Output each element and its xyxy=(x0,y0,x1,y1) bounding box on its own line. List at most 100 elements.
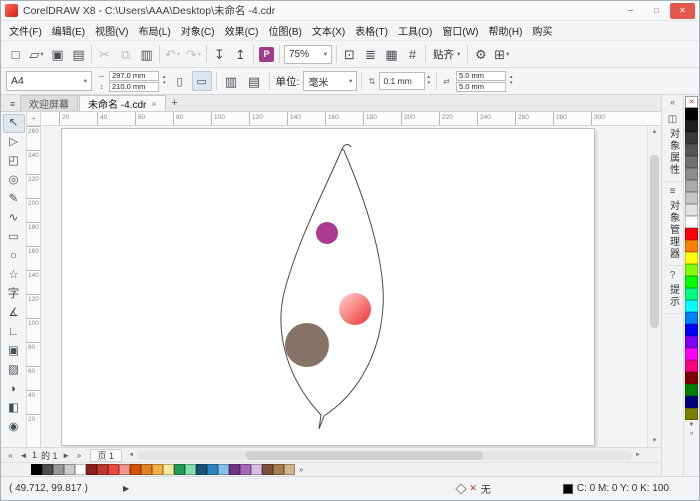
ellipse-tool[interactable]: ○ xyxy=(3,247,25,266)
new-document-button[interactable]: □ xyxy=(5,43,26,65)
page-height-input[interactable]: 210.0 mm xyxy=(109,82,159,92)
freehand-tool[interactable]: ✎ xyxy=(3,190,25,209)
horizontal-scrollbar[interactable]: ◄ ► xyxy=(125,450,644,461)
document-palette-swatch[interactable] xyxy=(229,464,240,475)
document-palette-swatch[interactable] xyxy=(284,464,295,475)
docker-tab-object-properties[interactable]: ◫对象属性 xyxy=(663,110,683,182)
palette-expand-icon[interactable]: » xyxy=(690,429,693,438)
document-palette-swatch[interactable] xyxy=(207,464,218,475)
drop-shadow-tool[interactable]: ▣ xyxy=(3,342,25,361)
maximize-button[interactable]: □ xyxy=(644,3,669,19)
publish-pdf-button[interactable]: P xyxy=(256,43,277,65)
canvas-viewport[interactable] xyxy=(41,126,647,447)
leaf-outline[interactable] xyxy=(281,149,383,429)
landscape-button[interactable]: ▭ xyxy=(192,71,212,91)
drawing-page[interactable] xyxy=(61,128,595,446)
palette-color-swatch[interactable] xyxy=(685,336,698,348)
document-palette-swatch[interactable] xyxy=(163,464,174,475)
zoom-level-combo[interactable]: 75%▾ xyxy=(284,45,332,64)
portrait-button[interactable]: ▯ xyxy=(170,71,190,91)
minimize-button[interactable]: ─ xyxy=(618,3,643,19)
document-palette-swatch[interactable] xyxy=(185,464,196,475)
document-palette-swatch[interactable] xyxy=(97,464,108,475)
show-guidelines-button[interactable]: # xyxy=(402,43,423,65)
menu-item[interactable]: 文件(F) xyxy=(4,21,47,40)
nudge-input[interactable]: 0.1 mm xyxy=(379,72,425,90)
palette-color-swatch[interactable] xyxy=(685,324,698,336)
palette-scroll-down-icon[interactable]: ▼ xyxy=(689,420,695,429)
palette-color-swatch[interactable] xyxy=(685,372,698,384)
document-palette-swatch[interactable] xyxy=(251,464,262,475)
transparency-tool[interactable]: ▨ xyxy=(3,361,25,380)
menu-item[interactable]: 对象(C) xyxy=(176,21,220,40)
dimension-spinner[interactable]: ▴▾ xyxy=(163,75,166,87)
menu-item[interactable]: 编辑(E) xyxy=(47,21,90,40)
save-button[interactable]: ▣ xyxy=(47,43,68,65)
palette-color-swatch[interactable] xyxy=(685,348,698,360)
document-palette-swatch[interactable] xyxy=(75,464,86,475)
duplicate-spinner[interactable]: ▴▾ xyxy=(510,75,513,87)
connector-tool[interactable]: ∟ xyxy=(3,323,25,342)
palette-color-swatch[interactable] xyxy=(685,216,698,228)
color-eyedropper-tool[interactable]: ◗ xyxy=(3,380,25,399)
paste-button[interactable]: ▥ xyxy=(136,43,157,65)
first-page-button[interactable]: « xyxy=(4,451,17,460)
menu-item[interactable]: 工具(O) xyxy=(393,21,437,40)
open-button[interactable]: ▱▾ xyxy=(26,43,47,65)
menu-item[interactable]: 位图(B) xyxy=(263,21,306,40)
no-color-swatch[interactable]: ✕ xyxy=(685,96,698,108)
palette-flyout-icon[interactable]: » xyxy=(299,465,303,474)
document-palette-swatch[interactable] xyxy=(86,464,97,475)
palette-color-swatch[interactable] xyxy=(685,408,698,420)
copy-button[interactable]: ⧉ xyxy=(115,43,136,65)
page-size-combo[interactable]: A4 ▾ xyxy=(6,71,92,91)
zoom-tool[interactable]: ◎ xyxy=(3,171,25,190)
cut-button[interactable]: ✂ xyxy=(94,43,115,65)
gradient-circle[interactable] xyxy=(339,293,371,325)
parallel-dimension-tool[interactable]: ∡ xyxy=(3,304,25,323)
palette-color-swatch[interactable] xyxy=(685,108,698,120)
close-tab-icon[interactable]: × xyxy=(151,99,156,109)
palette-color-swatch[interactable] xyxy=(685,360,698,372)
options-gear-button[interactable]: ⚙ xyxy=(470,43,491,65)
page-width-input[interactable]: 297.0 mm xyxy=(109,71,159,81)
import-button[interactable]: ↧ xyxy=(209,43,230,65)
document-tab[interactable]: 欢迎屏幕 xyxy=(20,95,78,111)
show-rulers-button[interactable]: ≣ xyxy=(360,43,381,65)
docker-tab-object-manager[interactable]: ≡对象管理器 xyxy=(663,182,683,266)
menu-item[interactable]: 布局(L) xyxy=(133,21,175,40)
outline-pen-tool[interactable]: ◉ xyxy=(3,418,25,437)
document-palette-swatch[interactable] xyxy=(108,464,119,475)
palette-color-swatch[interactable] xyxy=(685,240,698,252)
brown-circle[interactable] xyxy=(285,323,329,367)
scroll-up-icon[interactable]: ▲ xyxy=(652,127,658,137)
document-palette-swatch[interactable] xyxy=(218,464,229,475)
document-palette-swatch[interactable] xyxy=(196,464,207,475)
document-palette-swatch[interactable] xyxy=(141,464,152,475)
document-palette-swatch[interactable] xyxy=(130,464,141,475)
menu-item[interactable]: 帮助(H) xyxy=(484,21,528,40)
next-page-button[interactable]: ► xyxy=(60,451,73,460)
vertical-scrollbar[interactable]: ▲ ▼ xyxy=(647,126,661,447)
status-flyout-icon[interactable]: ▶ xyxy=(123,484,129,493)
document-palette-swatch[interactable] xyxy=(31,464,42,475)
nudge-spinner[interactable]: ▴▾ xyxy=(427,75,430,87)
shape-tool[interactable]: ▷ xyxy=(3,133,25,152)
horizontal-ruler[interactable]: 2040608010012014016018020022024026028030… xyxy=(41,112,661,126)
pick-tool[interactable]: ↖ xyxy=(3,114,25,133)
palette-color-swatch[interactable] xyxy=(685,396,698,408)
document-palette-swatch[interactable] xyxy=(273,464,284,475)
menu-item[interactable]: 购买 xyxy=(527,21,557,40)
artistic-media-tool[interactable]: ∿ xyxy=(3,209,25,228)
document-palette-swatch[interactable] xyxy=(174,464,185,475)
undo-button[interactable]: ↶▾ xyxy=(162,43,183,65)
palette-color-swatch[interactable] xyxy=(685,300,698,312)
all-pages-button[interactable]: ▥ xyxy=(221,70,242,92)
document-palette-swatch[interactable] xyxy=(152,464,163,475)
export-button[interactable]: ↥ xyxy=(230,43,251,65)
snap-to-button[interactable]: 贴齐▾ xyxy=(428,44,465,64)
palette-color-swatch[interactable] xyxy=(685,228,698,240)
application-launcher-button[interactable]: ⊞▾ xyxy=(491,43,512,65)
scroll-right-icon[interactable]: ► xyxy=(632,452,644,458)
palette-color-swatch[interactable] xyxy=(685,276,698,288)
